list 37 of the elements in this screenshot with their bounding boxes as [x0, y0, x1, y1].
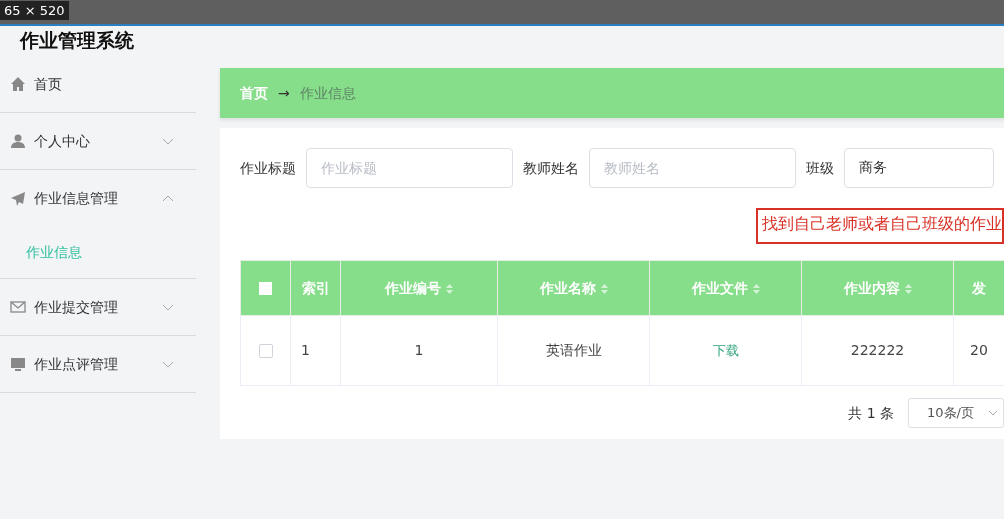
- breadcrumb-current: 作业信息: [299, 83, 356, 103]
- row-checkbox[interactable]: [258, 344, 273, 358]
- sidebar-item[interactable]: 作业信息管理: [0, 170, 196, 227]
- table-cell: 1: [301, 342, 310, 358]
- envelope-icon: [10, 299, 26, 315]
- home-icon: [10, 76, 26, 92]
- app-title: 作业管理系统: [18, 28, 135, 53]
- select-all-checkbox[interactable]: [259, 282, 272, 295]
- column-header: 索引: [301, 279, 330, 296]
- dimension-label: 65 × 520: [0, 1, 69, 20]
- search-field[interactable]: 作业标题: [306, 148, 513, 188]
- sidebar-item[interactable]: 个人中心: [0, 113, 196, 170]
- sidebar-item[interactable]: 作业提交管理: [0, 279, 196, 336]
- field-label: 班级: [806, 158, 834, 178]
- sidebar-item[interactable]: 作业点评管理: [0, 336, 196, 393]
- search-field[interactable]: 教师姓名: [589, 148, 796, 188]
- sidebar-item[interactable]: 首页: [0, 56, 196, 113]
- column-header: 发: [972, 279, 986, 296]
- caret-icon: [987, 408, 998, 418]
- annotation-note: 找到自己老师或者自己班级的作业: [756, 208, 1004, 244]
- search-field[interactable]: 商务: [844, 148, 994, 188]
- table-cell: 英语作业: [545, 342, 602, 358]
- table-cell: 1: [414, 342, 424, 358]
- sort-icon[interactable]: [600, 283, 608, 294]
- table-cell: 222222: [850, 342, 905, 358]
- sort-icon[interactable]: [904, 283, 912, 294]
- table-cell: 20: [970, 342, 988, 358]
- field-label: 教师姓名: [523, 158, 579, 178]
- total-count: 共 1 条: [848, 403, 894, 423]
- sort-icon[interactable]: [446, 283, 453, 294]
- sort-icon[interactable]: [752, 283, 760, 294]
- field-label: 作业标题: [240, 158, 296, 178]
- paper-plane-icon: [10, 190, 26, 207]
- page-size-select[interactable]: 10条/页: [908, 398, 1004, 428]
- breadcrumb-arrow: →: [278, 83, 290, 103]
- user-icon: [10, 133, 26, 149]
- monitor-icon: [10, 356, 26, 372]
